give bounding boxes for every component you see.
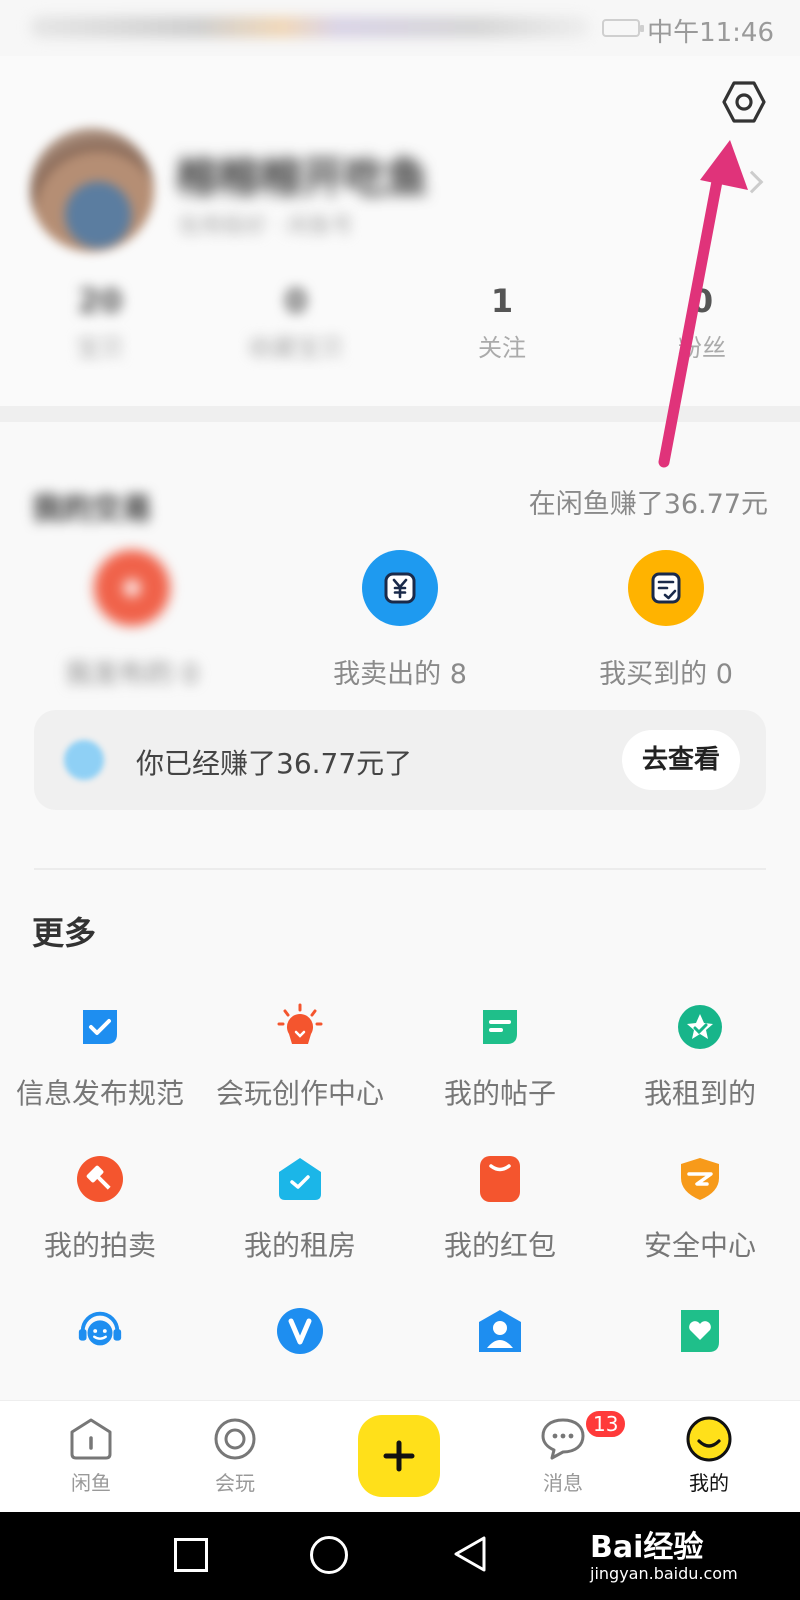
system-navigation-bar: Bai经验 jingyan.baidu.com	[0, 1512, 800, 1600]
trade-published[interactable]: 我发布的 0	[22, 550, 242, 691]
trades-title: 我的交易	[32, 492, 152, 527]
tab-mine[interactable]: 我的	[654, 1415, 764, 1496]
trade-label: 我发布的 0	[65, 659, 199, 690]
more-item-label: 会玩创作中心	[215, 1077, 384, 1110]
heart-card-icon	[675, 1306, 725, 1356]
more-item-red-envelope[interactable]: 我的红包	[400, 1154, 600, 1264]
more-item-auction[interactable]: 我的拍卖	[0, 1154, 200, 1264]
tab-xianyu[interactable]: 闲鱼	[36, 1415, 146, 1496]
more-item-customer-service[interactable]	[0, 1306, 200, 1376]
back-triangle-icon	[454, 1536, 486, 1572]
order-check-icon	[628, 550, 704, 626]
stat-label: 收藏宝贝	[248, 334, 344, 362]
more-item-account[interactable]	[400, 1306, 600, 1376]
home-icon	[67, 1415, 115, 1463]
tab-label: 会玩	[215, 1471, 255, 1495]
plus-icon	[383, 1440, 415, 1472]
tab-huiwan[interactable]: 会玩	[180, 1415, 290, 1496]
stat-items[interactable]: 20 宝贝	[20, 282, 180, 363]
more-item-label: 安全中心	[643, 1229, 756, 1262]
tab-label: 消息	[543, 1471, 583, 1495]
watermark-main: Bai经验	[590, 1530, 704, 1565]
more-item-label: 我的帖子	[443, 1077, 556, 1110]
user-nickname[interactable]: 榕榕榕开吃鱼	[176, 144, 428, 205]
post-icon	[475, 1002, 525, 1052]
person-icon	[475, 1306, 525, 1356]
more-item-posting-rules[interactable]: 信息发布规范	[0, 1002, 200, 1112]
stat-following[interactable]: 1 关注	[422, 282, 582, 363]
vip-icon	[275, 1306, 325, 1356]
settings-button[interactable]	[718, 76, 770, 128]
earnings-banner[interactable]: 你已经赚了36.77元了 去查看	[34, 710, 766, 810]
watermark-sub: jingyan.baidu.com	[590, 1564, 738, 1583]
trade-label: 我卖出的 8	[333, 659, 467, 690]
baidu-jingyan-watermark: Bai经验 jingyan.baidu.com	[590, 1522, 738, 1583]
more-item-my-posts[interactable]: 我的帖子	[400, 1002, 600, 1112]
chat-bubble-icon	[539, 1415, 587, 1463]
stat-fans[interactable]: 0 粉丝	[622, 282, 782, 363]
earnings-text: 你已经赚了36.77元了	[136, 747, 413, 780]
rent-badge-icon	[675, 1002, 725, 1052]
house-check-icon	[275, 1154, 325, 1204]
stat-label: 宝贝	[76, 334, 124, 362]
stat-label: 关注	[478, 334, 526, 362]
post-button[interactable]	[358, 1415, 440, 1497]
yuan-coin-icon	[64, 740, 104, 780]
tab-label: 我的	[689, 1471, 729, 1495]
back-button[interactable]	[452, 1534, 488, 1578]
settings-hexagon-icon	[722, 81, 766, 123]
view-earnings-button[interactable]: 去查看	[622, 730, 740, 790]
battery-icon	[602, 19, 644, 37]
red-envelope-icon	[475, 1154, 525, 1204]
stat-value: 0	[690, 282, 714, 320]
status-bar: 中午11:46	[0, 0, 800, 56]
target-icon	[211, 1415, 259, 1463]
more-item-label: 我租到的	[643, 1077, 756, 1110]
more-item-creator-center[interactable]: 会玩创作中心	[200, 1002, 400, 1112]
avatar[interactable]	[30, 128, 154, 252]
message-badge: 13	[584, 1409, 628, 1439]
more-item-label: 我的租房	[243, 1229, 356, 1262]
gavel-icon	[75, 1154, 125, 1204]
status-icons-blurred	[30, 16, 590, 38]
earned-summary[interactable]: 在闲鱼赚了36.77元	[529, 482, 768, 521]
profile-header: 榕榕榕开吃鱼 信用极好 · 闲鱼号 20 宝贝 0 收藏宝贝 1 关注 0 粉丝	[0, 56, 800, 406]
tab-label: 闲鱼	[71, 1471, 111, 1495]
trade-label: 我买到的 0	[599, 659, 733, 690]
smiley-face-icon	[685, 1415, 733, 1463]
recent-apps-button[interactable]	[174, 1538, 208, 1572]
more-item-rental-house[interactable]: 我的租房	[200, 1154, 400, 1264]
trade-bought[interactable]: 我买到的 0	[556, 550, 776, 691]
stat-value: 0	[284, 282, 308, 320]
profile-stats: 20 宝贝 0 收藏宝贝 1 关注 0 粉丝	[0, 282, 800, 372]
more-item-security[interactable]: 安全中心	[600, 1154, 800, 1264]
stat-value: 1	[490, 282, 514, 320]
more-item-rented[interactable]: 我租到的	[600, 1002, 800, 1112]
stat-label: 粉丝	[678, 334, 726, 362]
more-item-vip[interactable]	[200, 1306, 400, 1376]
section-divider	[0, 406, 800, 422]
main-content: 我的交易 在闲鱼赚了36.77元 我发布的 0 我卖出的 8 我买到的 0 你已…	[0, 422, 800, 1400]
trade-sold[interactable]: 我卖出的 8	[290, 550, 510, 691]
security-shield-icon	[675, 1154, 725, 1204]
more-item-label: 我的拍卖	[43, 1229, 156, 1262]
yuan-card-icon	[362, 550, 438, 626]
more-item-label: 我的红包	[443, 1229, 556, 1262]
more-title: 更多	[32, 914, 97, 952]
chevron-right-icon[interactable]	[740, 170, 764, 194]
user-subtitle: 信用极好 · 闲鱼号	[178, 214, 353, 239]
more-item-favorites[interactable]	[600, 1306, 800, 1376]
stat-favorites[interactable]: 0 收藏宝贝	[216, 282, 376, 363]
more-item-label: 信息发布规范	[15, 1077, 184, 1110]
customer-service-icon	[75, 1306, 125, 1356]
shield-check-icon	[75, 1002, 125, 1052]
divider	[34, 868, 766, 870]
bottom-tab-bar: 闲鱼 会玩 消息 13 我的	[0, 1400, 800, 1512]
published-icon	[94, 550, 170, 626]
status-time: 中午11:46	[647, 18, 774, 48]
home-button[interactable]	[310, 1536, 348, 1574]
lightbulb-icon	[275, 1002, 325, 1052]
stat-value: 20	[77, 282, 123, 320]
